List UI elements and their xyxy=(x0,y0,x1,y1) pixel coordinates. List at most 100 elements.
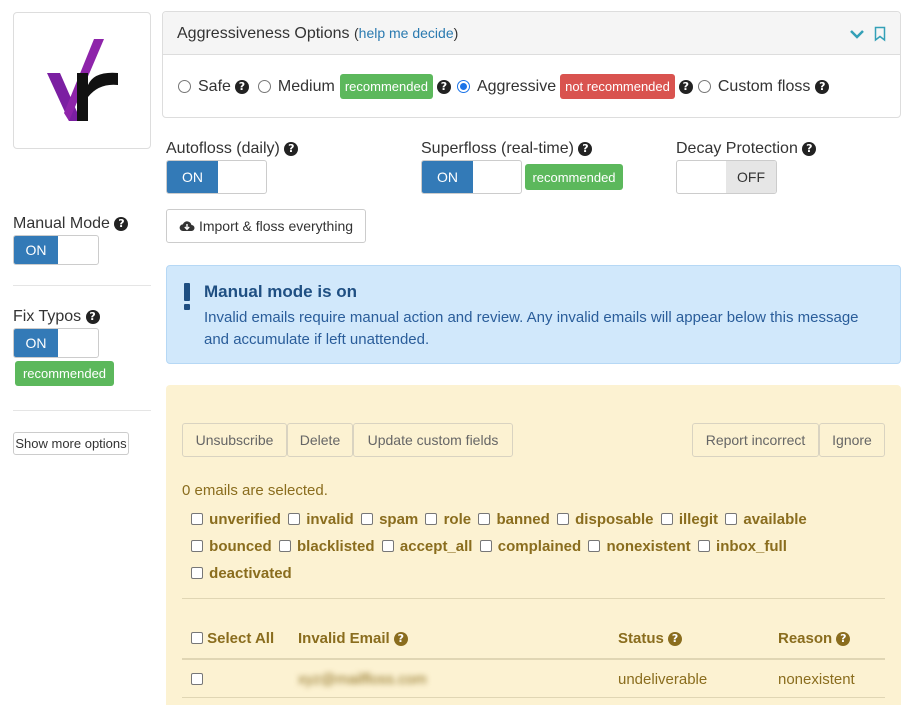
delete-button[interactable]: Delete xyxy=(287,423,353,457)
checkbox[interactable] xyxy=(191,567,203,579)
filter-role[interactable]: role xyxy=(425,511,471,528)
checkbox[interactable] xyxy=(725,513,738,525)
decay-protection-toggle[interactable]: OFF xyxy=(676,160,777,194)
filter-row-3: deactivated xyxy=(191,565,295,582)
filter-disposable[interactable]: disposable xyxy=(556,511,654,528)
checkbox[interactable] xyxy=(478,513,491,525)
autofloss-text: Autofloss (daily) xyxy=(166,140,280,157)
help-icon[interactable]: ? xyxy=(284,142,299,156)
filter-accept-all[interactable]: accept_all xyxy=(381,538,472,555)
alert-body: Invalid emails require manual action and… xyxy=(204,309,859,348)
unsubscribe-button[interactable]: Unsubscribe xyxy=(182,423,287,457)
checkbox[interactable] xyxy=(278,540,291,552)
manual-mode-toggle[interactable]: ON xyxy=(13,235,99,265)
select-all-checkbox[interactable] xyxy=(191,632,203,644)
filter-label: deactivated xyxy=(209,565,292,582)
filter-label: blacklisted xyxy=(297,538,375,555)
help-icon[interactable]: ? xyxy=(234,79,249,94)
help-icon[interactable]: ? xyxy=(393,632,408,646)
manual-mode-text: Manual Mode xyxy=(13,215,110,232)
checkbox[interactable] xyxy=(556,513,569,525)
filter-banned[interactable]: banned xyxy=(478,511,550,528)
status-cell: undeliverable xyxy=(618,671,708,688)
select-all[interactable]: Select All xyxy=(191,630,274,647)
filter-blacklisted[interactable]: blacklisted xyxy=(278,538,375,555)
custom-floss-label[interactable]: Custom floss xyxy=(718,78,810,96)
filter-unverified[interactable]: unverified xyxy=(191,511,281,528)
fix-typos-label: Fix Typos ? xyxy=(13,308,100,326)
filter-illegit[interactable]: illegit xyxy=(660,511,719,528)
help-icon[interactable]: ? xyxy=(802,142,817,156)
aggressive-radio[interactable] xyxy=(456,80,470,93)
divider xyxy=(13,285,151,286)
safe-radio[interactable] xyxy=(178,80,191,93)
reason-header: Reason ? xyxy=(778,630,851,647)
aggressive-label[interactable]: Aggressive xyxy=(477,78,556,96)
filter-spam[interactable]: spam xyxy=(360,511,418,528)
decay-protection-label: Decay Protection ? xyxy=(676,140,817,158)
checkbox[interactable] xyxy=(697,540,710,552)
medium-label[interactable]: Medium xyxy=(278,78,335,96)
checkbox[interactable] xyxy=(191,673,203,685)
filter-label: nonexistent xyxy=(606,538,691,555)
import-floss-everything-button[interactable]: Import & floss everything xyxy=(166,209,366,243)
table-header-divider xyxy=(182,658,885,660)
recommended-badge: recommended xyxy=(15,361,114,386)
help-me-decide-link[interactable]: help me decide xyxy=(359,25,454,41)
checkbox[interactable] xyxy=(288,513,301,525)
help-icon[interactable]: ? xyxy=(114,217,129,231)
checkbox[interactable] xyxy=(381,540,394,552)
checkbox[interactable] xyxy=(479,540,492,552)
help-icon[interactable]: ? xyxy=(815,79,830,94)
filter-nonexistent[interactable]: nonexistent xyxy=(588,538,691,555)
ignore-button[interactable]: Ignore xyxy=(819,423,885,457)
checkbox[interactable] xyxy=(191,513,203,525)
help-icon[interactable]: ? xyxy=(436,79,451,94)
help-icon[interactable]: ? xyxy=(668,632,683,646)
cloud-download-icon xyxy=(179,221,195,232)
filter-deactivated[interactable]: deactivated xyxy=(191,565,292,582)
custom-floss-radio[interactable] xyxy=(697,80,711,93)
update-custom-fields-button[interactable]: Update custom fields xyxy=(353,423,513,457)
autofloss-toggle[interactable]: ON xyxy=(166,160,267,194)
help-icon[interactable]: ? xyxy=(85,310,100,324)
invalid-email-label: Invalid Email xyxy=(298,630,390,647)
toggle-on: ON xyxy=(167,161,218,193)
invalid-email-header: Invalid Email ? xyxy=(298,630,408,647)
filter-label: illegit xyxy=(678,511,719,528)
report-incorrect-button[interactable]: Report incorrect xyxy=(692,423,819,457)
aggressiveness-panel: Aggressiveness Options (help me decide) … xyxy=(162,11,901,118)
medium-radio[interactable] xyxy=(257,80,271,93)
filter-label: disposable xyxy=(575,511,654,528)
checkbox[interactable] xyxy=(660,513,673,525)
filter-complained[interactable]: complained xyxy=(479,538,581,555)
divider xyxy=(13,410,151,411)
filter-bounced[interactable]: bounced xyxy=(191,538,272,555)
row-checkbox[interactable] xyxy=(191,671,203,689)
help-icon[interactable]: ? xyxy=(678,79,693,94)
bookmark-icon[interactable] xyxy=(874,26,886,42)
reason-label: Reason xyxy=(778,630,833,647)
filter-row-1: unverified invalid spam role banned disp… xyxy=(191,511,810,528)
help-icon[interactable]: ? xyxy=(836,632,851,646)
checkbox[interactable] xyxy=(360,513,373,525)
panel-title: Aggressiveness Options xyxy=(177,25,350,42)
fix-typos-toggle[interactable]: ON xyxy=(13,328,99,358)
superfloss-toggle[interactable]: ON xyxy=(421,160,522,194)
filter-inbox-full[interactable]: inbox_full xyxy=(697,538,787,555)
selected-count: 0 emails are selected. xyxy=(182,482,328,499)
logo-box xyxy=(13,12,151,149)
help-icon[interactable]: ? xyxy=(578,142,593,156)
toggle-on: ON xyxy=(14,236,58,264)
superfloss-text: Superfloss (real-time) xyxy=(421,140,574,157)
checkbox[interactable] xyxy=(425,513,438,525)
checkbox[interactable] xyxy=(191,540,203,552)
alert-title: Manual mode is on xyxy=(204,282,358,301)
filter-invalid[interactable]: invalid xyxy=(288,511,354,528)
checkbox[interactable] xyxy=(588,540,601,552)
safe-label[interactable]: Safe xyxy=(198,78,231,96)
superfloss-label: Superfloss (real-time) ? xyxy=(421,140,593,158)
chevron-down-icon[interactable] xyxy=(849,28,865,40)
show-more-options-button[interactable]: Show more options xyxy=(13,432,129,455)
filter-available[interactable]: available xyxy=(725,511,807,528)
